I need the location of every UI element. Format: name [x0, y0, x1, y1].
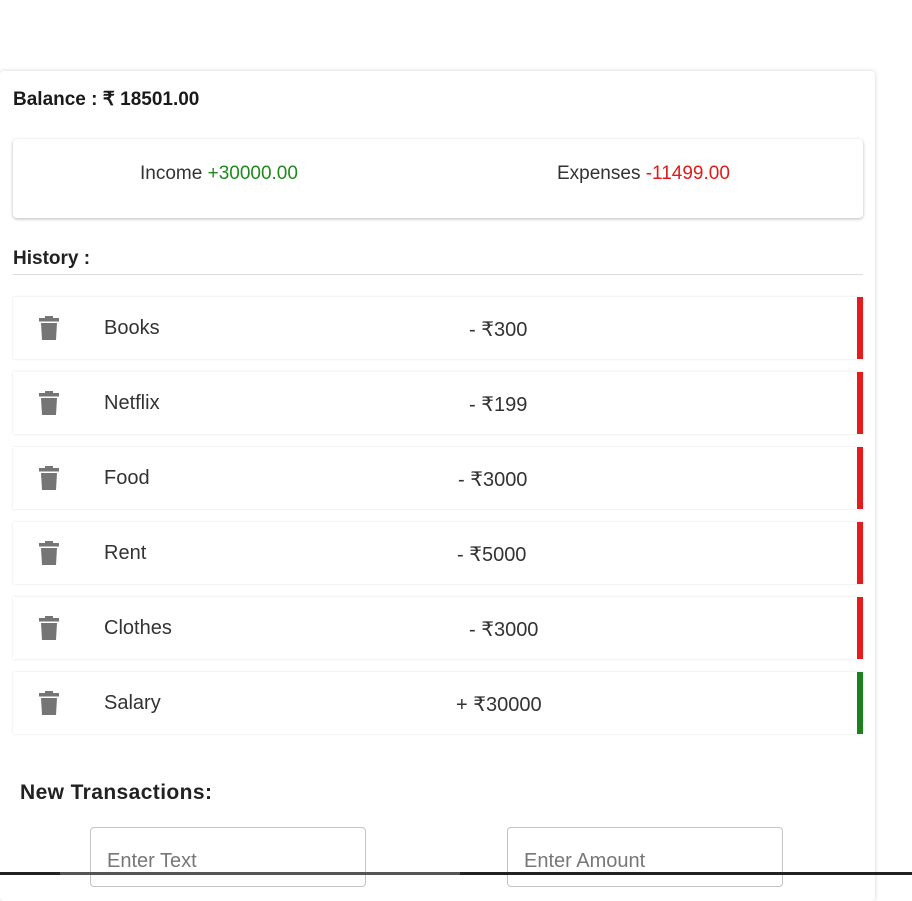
trash-icon[interactable]	[39, 691, 59, 715]
expense-summary: Expenses -11499.00	[557, 163, 730, 185]
history-item-netflix: Netflix - ₹199	[13, 372, 863, 434]
income-summary: Income +30000.00	[140, 163, 298, 185]
history-item-books: Books - ₹300	[13, 297, 863, 359]
expense-indicator	[857, 297, 863, 359]
history-item-label: Books	[104, 317, 160, 339]
history-item-clothes: Clothes - ₹3000	[13, 597, 863, 659]
history-item-amount: - ₹3000	[469, 619, 539, 641]
trash-icon[interactable]	[39, 466, 59, 490]
history-item-rent: Rent - ₹5000	[13, 522, 863, 584]
expense-value: -11499.00	[645, 163, 730, 184]
history-item-label: Food	[104, 467, 150, 489]
history-item-amount: - ₹5000	[457, 544, 527, 566]
history-title: History :	[13, 248, 91, 269]
income-label: Income	[140, 163, 208, 184]
expense-indicator	[857, 522, 863, 584]
expense-label: Expenses	[557, 163, 646, 184]
balance-heading: Balance : ₹ 18501.00	[13, 89, 200, 110]
history-item-food: Food - ₹3000	[13, 447, 863, 509]
history-item-amount: - ₹3000	[458, 469, 528, 491]
text-field	[90, 827, 366, 887]
new-transaction-title: New Transactions:	[20, 781, 213, 804]
history-item-label: Salary	[104, 692, 161, 714]
history-item-amount: - ₹300	[469, 319, 528, 341]
history-item-amount: - ₹199	[469, 394, 528, 416]
history-divider	[13, 274, 863, 275]
amount-input[interactable]	[524, 850, 764, 873]
trash-icon[interactable]	[39, 391, 59, 415]
income-indicator	[857, 672, 863, 734]
history-item-label: Rent	[104, 542, 147, 564]
expense-indicator	[857, 372, 863, 434]
history-item-label: Clothes	[104, 617, 172, 639]
history-item-salary: Salary + ₹30000	[13, 672, 863, 734]
amount-field	[507, 827, 783, 887]
history-item-label: Netflix	[104, 392, 160, 414]
trash-icon[interactable]	[39, 316, 59, 340]
expense-indicator	[857, 447, 863, 509]
trash-icon[interactable]	[39, 541, 59, 565]
text-input[interactable]	[107, 850, 347, 873]
expense-indicator	[857, 597, 863, 659]
income-value: +30000.00	[207, 163, 298, 184]
history-item-amount: + ₹30000	[456, 694, 542, 716]
income-expense-summary: Income +30000.00 Expenses -11499.00	[13, 139, 863, 218]
trash-icon[interactable]	[39, 616, 59, 640]
